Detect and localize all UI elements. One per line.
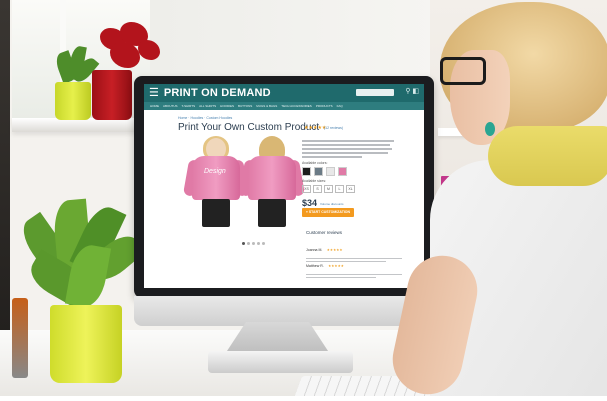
site-header: ☰ PRINT ON DEMAND ⚲ ◧ [144, 84, 424, 102]
image-border [0, 396, 607, 401]
size-options: XS S M L XL [302, 185, 394, 193]
hoodie-print: Design [204, 168, 226, 175]
site-brand: PRINT ON DEMAND [163, 87, 271, 99]
glasses [440, 57, 486, 85]
review-stars: ★★★★★ [326, 248, 343, 252]
price-note: Volume discounts [320, 202, 344, 206]
nav-item: T-SHIRTS [181, 104, 196, 108]
size-option: XL [346, 185, 355, 193]
nav-item: HOME [150, 104, 159, 108]
monitor-chin [134, 296, 434, 326]
size-option: L [335, 185, 344, 193]
size-option: S [313, 185, 322, 193]
sizes-label: Available sizes: [302, 179, 327, 183]
nav-item: MUGS & BAGS [256, 104, 278, 108]
hoodie-front-photo: Design [182, 136, 250, 236]
color-swatch [302, 167, 311, 176]
earring [485, 122, 495, 136]
size-option: M [324, 185, 333, 193]
nav-item: ABOUTUS [163, 104, 178, 108]
review-item: Matthew R. ★★★★★ [306, 254, 406, 278]
color-swatches [302, 167, 394, 176]
breadcrumb: Home · Hoodies · Custom Hoodies [178, 116, 233, 120]
carousel-dots [242, 242, 265, 245]
hamburger-icon: ☰ [149, 86, 159, 99]
product-description: Available colors: Available sizes: XS S … [302, 140, 394, 193]
review-stars: ★★★★★ [328, 264, 344, 268]
large-pot [50, 305, 122, 383]
nav-item: BUTTONS [238, 104, 253, 108]
colors-label: Available colors: [302, 161, 328, 165]
search-input [356, 89, 394, 96]
small-pot [55, 82, 91, 120]
reviews-link: (12 reviews) [324, 126, 344, 130]
red-pot [92, 70, 132, 120]
start-customization-button: » START CUSTOMIZATION [302, 208, 354, 217]
monitor-screen: ☰ PRINT ON DEMAND ⚲ ◧ HOME ABOUTUS T-SHI… [144, 84, 424, 288]
customer-reviews-heading: Customer reviews [306, 230, 343, 235]
account-cart-icons: ⚲ ◧ [405, 88, 419, 95]
color-swatch [338, 167, 347, 176]
size-option: XS [302, 185, 311, 193]
hoodie-back-photo [238, 136, 306, 236]
color-swatch [314, 167, 323, 176]
monitor-stand-base [208, 351, 353, 373]
nav-item: FAQ [336, 104, 343, 108]
nav-item: HOODIES [220, 104, 234, 108]
nav-item: ALL SHIRTS [199, 104, 217, 108]
reviewer-name: Matthew R. [306, 264, 324, 268]
product-price: $34 [302, 198, 318, 208]
photo-scene: ☰ PRINT ON DEMAND ⚲ ◧ HOME ABOUTUS T-SHI… [0, 0, 607, 401]
pencil-holder [12, 298, 28, 378]
nav-item: TECH ACCESSORIES [281, 104, 312, 108]
monitor-stand [225, 322, 330, 354]
yellow-scarf [488, 126, 607, 186]
reviewer-name: Joanna M. [306, 248, 323, 252]
site-nav: HOME ABOUTUS T-SHIRTS ALL SHIRTS HOODIES… [144, 102, 424, 110]
color-swatch [326, 167, 335, 176]
product-title: Print Your Own Custom Product [178, 122, 320, 133]
nav-item: PRODUCTS [315, 104, 333, 108]
